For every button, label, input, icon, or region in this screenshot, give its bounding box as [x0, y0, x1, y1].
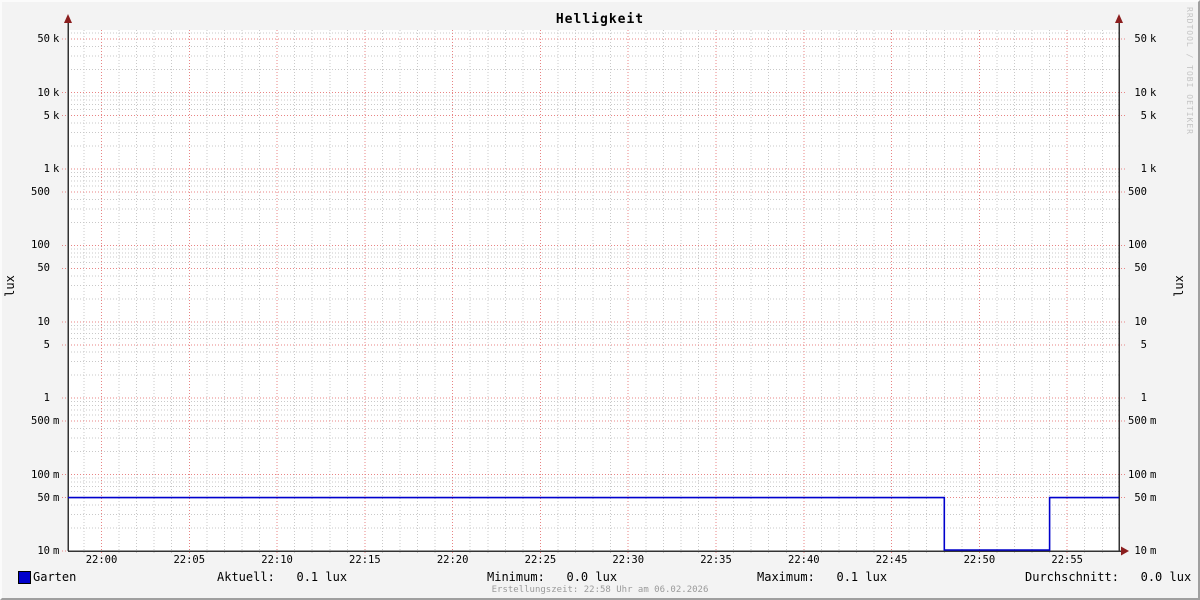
- stat-aktuell: Aktuell: 0.1 lux: [217, 570, 348, 584]
- y-axis-unit-left: lux: [3, 275, 17, 297]
- legend-color-swatch: [18, 571, 31, 584]
- y-axis-unit-right: lux: [1172, 275, 1186, 297]
- chart-canvas: [62, 14, 1129, 556]
- stat-durchschnitt: Durchschnitt: 0.0 lux: [1025, 570, 1192, 584]
- creation-timestamp: Erstellungszeit: 22:58 Uhr am 06.02.2026: [491, 585, 709, 595]
- x-axis-arrow: [1121, 546, 1129, 556]
- graph-title: Helligkeit: [555, 12, 645, 27]
- stat-maximum: Maximum: 0.1 lux: [757, 570, 888, 584]
- rrdtool-graph: Helligkeit RRDTOOL / TOBI OETIKER lux lu…: [0, 0, 1200, 600]
- rrdtool-watermark: RRDTOOL / TOBI OETIKER: [1185, 7, 1194, 135]
- stat-minimum: Minimum: 0.0 lux: [487, 570, 618, 584]
- legend-series-label: Garten: [33, 570, 77, 584]
